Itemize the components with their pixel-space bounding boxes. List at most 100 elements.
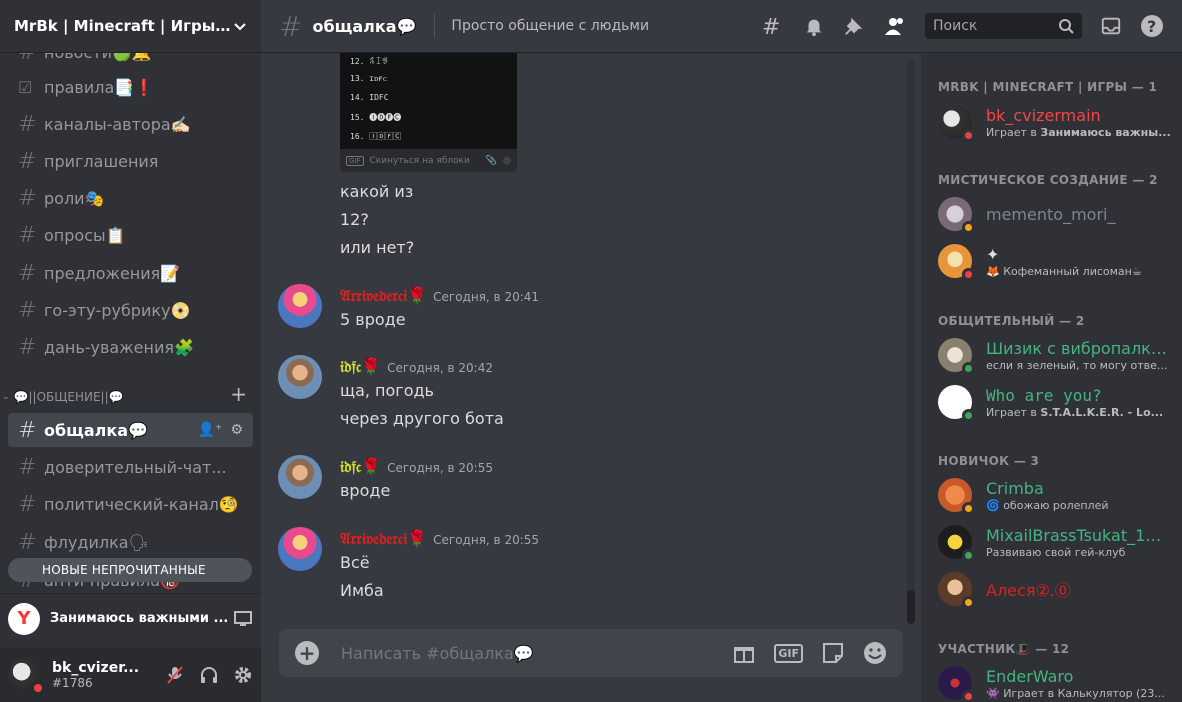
- pin-icon[interactable]: [843, 15, 865, 37]
- help-icon[interactable]: ?: [1140, 14, 1164, 38]
- member-item[interactable]: Алеся②.⓪: [938, 567, 1178, 611]
- hash-icon: #: [18, 53, 44, 65]
- author-name[interactable]: 𝔦𝔡𝔣𝔠🌹: [340, 457, 381, 477]
- channel-item[interactable]: # флудилка🗣: [8, 525, 253, 559]
- member-name: bk_cvizermain: [986, 105, 1101, 125]
- dnd-status-icon: [31, 681, 45, 695]
- members-icon[interactable]: [883, 14, 907, 38]
- channel-item[interactable]: # политический-канал🧐: [8, 487, 253, 521]
- member-item[interactable]: ✦ 🦊 Кофеманный лисоман☕: [938, 239, 1178, 283]
- channel-topic[interactable]: Просто общение с людьми: [451, 18, 761, 34]
- channel-label: роли🎭: [44, 188, 105, 208]
- channel-label: новости🍏🔔: [44, 53, 152, 62]
- member-item[interactable]: memento_mori_: [938, 192, 1178, 236]
- mic-muted-icon[interactable]: [165, 665, 185, 685]
- avatar: [938, 525, 975, 562]
- add-channel-icon[interactable]: +: [230, 382, 247, 406]
- message-text: через другого бота: [340, 409, 504, 428]
- author-name[interactable]: 𝔄𝔯𝔯𝔦𝔳𝔢𝔡𝔢𝔯𝔠𝔦🌹: [340, 529, 427, 549]
- member-activity: Играет в Занимаюсь важны...: [986, 125, 1171, 139]
- category-header[interactable]: ⌄ 💬||ОБЩЕНИЕ||💬 +: [2, 382, 257, 409]
- member-name: Crimba: [986, 478, 1044, 498]
- avatar[interactable]: [278, 527, 322, 571]
- member-item[interactable]: Шизик с вибропалкой если я зеленый, то м…: [938, 333, 1178, 377]
- gear-icon[interactable]: ⚙: [230, 422, 243, 438]
- user-avatar[interactable]: [8, 658, 45, 695]
- channel-item[interactable]: # дань-уважения🧩: [8, 330, 253, 364]
- scrollbar-thumb[interactable]: [907, 590, 915, 624]
- locked-hash-icon: #: [18, 454, 37, 480]
- screen-share-icon[interactable]: [233, 609, 253, 629]
- idle-status-icon: [962, 502, 975, 515]
- member-item[interactable]: EnderWaro 👾 Играет в Калькулятор (23...: [938, 661, 1178, 702]
- hash-icon: #: [18, 491, 37, 517]
- threads-icon[interactable]: #: [761, 14, 785, 38]
- member-name: Шизик с вибропалкой: [986, 338, 1171, 358]
- channel-item[interactable]: # доверительный-чат...: [8, 450, 253, 484]
- member-item[interactable]: MixailBrassTsukat_10_... Развиваю свой г…: [938, 520, 1178, 564]
- hash-icon: #: [18, 334, 37, 360]
- search-input[interactable]: Поиск: [925, 13, 1082, 39]
- sticker-icon[interactable]: [821, 641, 845, 665]
- channel-item[interactable]: # роли🎭: [8, 181, 253, 215]
- member-item[interactable]: Crimba 🌀 обожаю ролеплей: [938, 473, 1178, 517]
- hash-icon: #: [18, 260, 37, 286]
- instagram-icon[interactable]: ◎: [503, 156, 511, 166]
- add-attachment-button[interactable]: +: [295, 641, 319, 665]
- inbox-icon[interactable]: [1100, 15, 1122, 37]
- avatar[interactable]: [278, 284, 322, 328]
- channel-item[interactable]: # предложения📝: [8, 256, 253, 290]
- channel-list: # новости🍏🔔 ☑ правила📑❗ # каналы-автора✍…: [0, 53, 261, 593]
- avatar: [938, 478, 975, 515]
- discord-app: MrBk | Minecraft | Игры ... # новости🍏🔔 …: [0, 0, 1182, 702]
- rules-checkbox-icon: ☑: [18, 77, 33, 97]
- member-name: memento_mori_: [986, 204, 1116, 224]
- avatar[interactable]: [278, 355, 322, 399]
- invite-icon[interactable]: 👤⁺: [198, 422, 223, 438]
- headphones-icon[interactable]: [199, 665, 219, 685]
- channel-label: приглашения: [44, 151, 159, 171]
- message-composer[interactable]: + Написать #общалка💬 GIF: [279, 629, 903, 677]
- channel-rules[interactable]: ☑ правила📑❗: [8, 70, 253, 104]
- timestamp: Сегодня, в 20:55: [387, 461, 493, 475]
- member-activity: 🌀 обожаю ролеплей: [986, 498, 1109, 512]
- channel-label: каналы-автора✍🏻: [44, 114, 191, 134]
- embed-line: 15. 🅘🅓🅕🅒: [350, 113, 402, 122]
- channel-item[interactable]: # каналы-автора✍🏻: [8, 107, 253, 141]
- search-placeholder: Поиск: [933, 18, 978, 34]
- channel-label: дань-уважения🧩: [44, 337, 194, 357]
- online-status-icon: [962, 549, 975, 562]
- bell-icon[interactable]: [803, 15, 825, 37]
- member-item[interactable]: Who are you? Играет в S.T.A.L.K.E.R. - L…: [938, 380, 1178, 424]
- author-name[interactable]: 𝔦𝔡𝔣𝔠🌹: [340, 357, 381, 377]
- embed-footer: GIF Скинуться на яблоки 📎 ◎: [340, 149, 517, 172]
- channel-general-chat[interactable]: # общалка💬 👤⁺ ⚙: [8, 413, 253, 447]
- member-group-title: ОБЩИТЕЛЬНЫЙ — 2: [938, 314, 1085, 328]
- gift-icon[interactable]: [732, 641, 756, 665]
- gif-button[interactable]: GIF: [774, 643, 803, 663]
- online-status-icon: [962, 409, 975, 422]
- dnd-status-icon: [962, 268, 975, 281]
- member-item[interactable]: bk_cvizermain Играет в Занимаюсь важны..…: [938, 100, 1178, 144]
- avatar: [938, 244, 975, 281]
- avatar: [938, 338, 975, 375]
- gear-icon[interactable]: [233, 665, 253, 685]
- channel-item[interactable]: # го-эту-рубрику📀: [8, 293, 253, 327]
- idle-status-icon: [962, 596, 975, 609]
- new-unread-banner[interactable]: НОВЫЕ НЕПРОЧИТАННЫЕ: [8, 558, 252, 582]
- author-name[interactable]: 𝔄𝔯𝔯𝔦𝔳𝔢𝔡𝔢𝔯𝔠𝔦🌹: [340, 286, 427, 306]
- embed-line: 14. IDFC: [350, 93, 389, 102]
- member-activity: Играет в S.T.A.L.K.E.R. - Lo...: [986, 405, 1164, 419]
- channel-news[interactable]: # новости🍏🔔: [8, 53, 253, 69]
- search-icon: [1059, 19, 1074, 34]
- hash-icon: #: [18, 529, 37, 555]
- channel-item[interactable]: # опросы📋: [8, 218, 253, 252]
- channel-item[interactable]: # приглашения: [8, 144, 253, 178]
- emoji-icon[interactable]: [863, 641, 887, 665]
- channel-sidebar: MrBk | Minecraft | Игры ... # новости🍏🔔 …: [0, 0, 261, 702]
- avatar[interactable]: [278, 455, 322, 499]
- message-input[interactable]: Написать #общалка💬: [341, 644, 732, 663]
- server-header[interactable]: MrBk | Minecraft | Игры ...: [0, 0, 261, 53]
- attachment-icon[interactable]: 📎: [486, 156, 497, 166]
- scrollbar-track[interactable]: [907, 58, 915, 624]
